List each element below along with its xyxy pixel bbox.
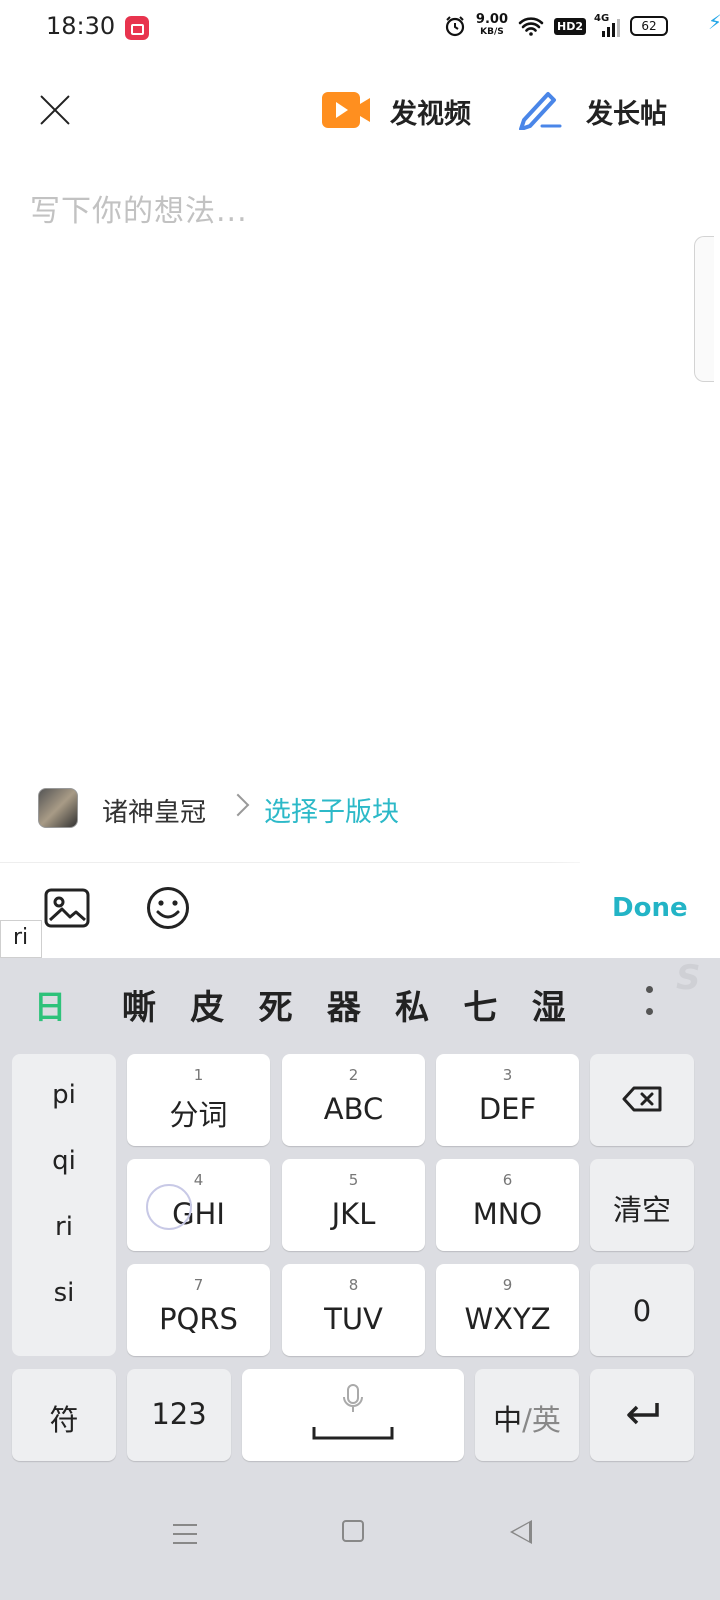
space-key[interactable] <box>242 1369 464 1461</box>
composing-text-popup: ri <box>0 920 42 958</box>
wifi-icon <box>518 17 544 36</box>
more-candidates-icon[interactable] <box>646 986 654 1026</box>
emoji-icon[interactable] <box>146 886 190 930</box>
key-8[interactable]: 8 TUV <box>282 1264 425 1356</box>
signal-icon: 4G <box>594 13 620 37</box>
navigation-bar <box>0 1494 720 1600</box>
forum-avatar <box>38 788 78 828</box>
sogou-logo-icon: S <box>676 958 701 998</box>
candidate-item[interactable]: 七 <box>463 980 531 1029</box>
post-video-button[interactable]: 发视频 <box>390 92 471 131</box>
key-3[interactable]: 3 DEF <box>436 1054 579 1146</box>
candidate-item[interactable]: 湿 <box>532 980 600 1029</box>
candidate-bar: 日 嘶 皮 死 器 私 七 湿 S <box>0 958 720 1048</box>
status-icons: 9.00 KB/S HD2 4G 62 <box>444 12 668 38</box>
screen-record-icon <box>125 16 149 40</box>
candidate-item[interactable]: 皮 <box>190 980 258 1029</box>
enter-key[interactable] <box>590 1369 694 1461</box>
post-long-button[interactable]: 发长帖 <box>586 92 667 131</box>
candidate-item[interactable]: 死 <box>259 980 327 1029</box>
language-switch-key[interactable]: 中/英 <box>475 1369 579 1461</box>
backspace-key[interactable] <box>590 1054 694 1146</box>
post-text-input[interactable]: 写下你的想法... <box>30 186 248 230</box>
key-1[interactable]: 1 分词 <box>127 1054 270 1146</box>
symbols-key[interactable]: 符 <box>12 1369 116 1461</box>
candidate-item[interactable]: 器 <box>327 980 395 1029</box>
recent-apps-icon[interactable] <box>173 1524 197 1544</box>
pinyin-column: pi qi ri si <box>12 1054 116 1356</box>
space-bar-icon <box>312 1427 394 1440</box>
alarm-icon <box>445 16 465 37</box>
net-speed: 9.00 KB/S <box>475 12 508 37</box>
microphone-icon <box>343 1384 363 1412</box>
forum-name[interactable]: 诸神皇冠 <box>102 792 206 829</box>
video-icon[interactable] <box>322 92 370 128</box>
enter-icon <box>627 1403 659 1425</box>
candidate-list: 嘶 皮 死 器 私 七 湿 <box>122 980 600 1029</box>
image-icon[interactable] <box>44 888 90 928</box>
done-button[interactable]: Done <box>612 893 688 923</box>
backspace-icon <box>622 1086 662 1112</box>
key-7[interactable]: 7 PQRS <box>127 1264 270 1356</box>
battery-icon: 62 <box>630 16 668 36</box>
key-6[interactable]: 6 MNO <box>436 1159 579 1251</box>
pinyin-option[interactable]: ri <box>12 1212 116 1242</box>
pinyin-option[interactable]: pi <box>12 1080 116 1110</box>
candidate-item[interactable]: 嘶 <box>122 980 190 1029</box>
candidate-item[interactable]: 私 <box>395 980 463 1029</box>
home-icon[interactable] <box>342 1520 364 1542</box>
clear-key[interactable]: 清空 <box>590 1159 694 1251</box>
pinyin-option[interactable]: si <box>12 1278 116 1308</box>
select-subforum-link[interactable]: 选择子版块 <box>264 790 399 829</box>
zero-key[interactable]: 0 <box>590 1264 694 1356</box>
touch-indicator <box>146 1184 192 1230</box>
ime-logo-icon[interactable]: 日 <box>34 982 66 1028</box>
key-2[interactable]: 2 ABC <box>282 1054 425 1146</box>
keyboard: 日 嘶 皮 死 器 私 七 湿 S pi qi ri si 1 分词 2 ABC… <box>0 958 720 1600</box>
back-icon[interactable] <box>510 1520 532 1544</box>
hd-badge: HD2 <box>554 17 586 35</box>
pen-icon[interactable] <box>516 88 562 130</box>
close-icon[interactable] <box>38 92 72 126</box>
numbers-key[interactable]: 123 <box>127 1369 231 1461</box>
charging-icon: ⚡ <box>707 10 720 34</box>
pinyin-option[interactable]: qi <box>12 1146 116 1176</box>
key-5[interactable]: 5 JKL <box>282 1159 425 1251</box>
side-drawer-handle[interactable] <box>694 236 714 382</box>
status-bar: 18:30 9.00 KB/S HD2 4G 62 ⚡ <box>0 0 720 56</box>
battery-indicator: 62 <box>630 16 668 36</box>
status-time: 18:30 <box>46 12 116 40</box>
key-9[interactable]: 9 WXYZ <box>436 1264 579 1356</box>
chevron-right-icon <box>226 793 250 817</box>
